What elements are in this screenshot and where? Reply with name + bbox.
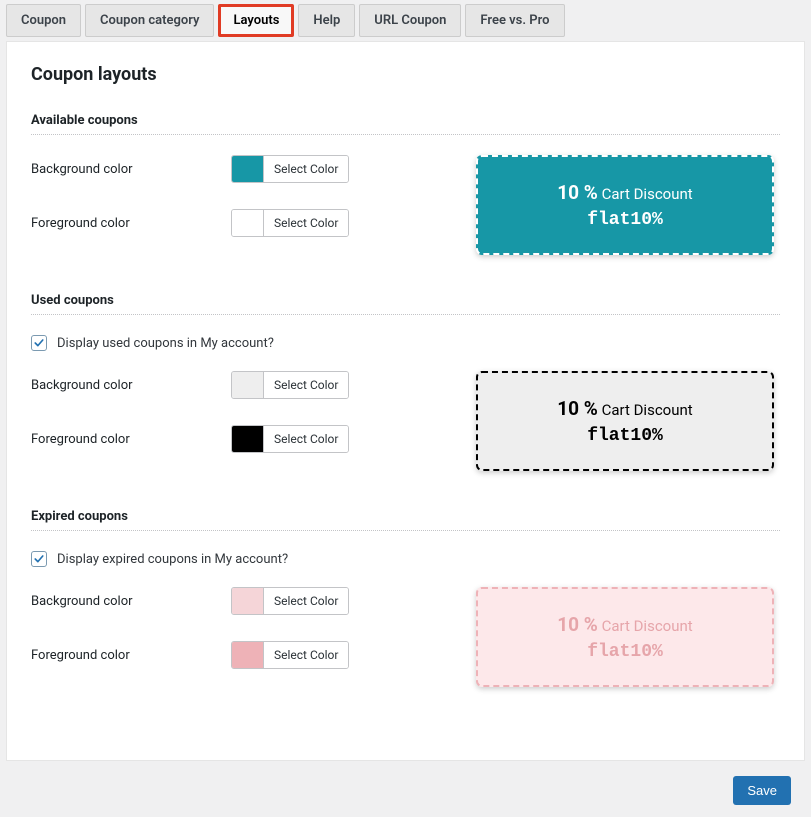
coupon-label: Cart Discount bbox=[602, 401, 693, 419]
used-bg-color-picker[interactable]: Select Color bbox=[231, 371, 349, 399]
expired-bg-label: Background color bbox=[31, 594, 231, 609]
tab-coupon-category[interactable]: Coupon category bbox=[85, 4, 214, 37]
available-bg-color-picker[interactable]: Select Color bbox=[231, 155, 349, 183]
used-display-checkbox[interactable] bbox=[31, 335, 47, 351]
settings-panel: Coupon layouts Available coupons Backgro… bbox=[6, 41, 805, 761]
used-fg-label: Foreground color bbox=[31, 432, 231, 447]
expired-bg-color-picker[interactable]: Select Color bbox=[231, 587, 349, 615]
section-title-used: Used coupons bbox=[31, 293, 780, 315]
used-bg-swatch bbox=[232, 372, 264, 398]
used-fg-swatch bbox=[232, 426, 264, 452]
available-bg-label: Background color bbox=[31, 162, 231, 177]
tab-url-coupon[interactable]: URL Coupon bbox=[359, 4, 461, 37]
coupon-percent: 10 % bbox=[557, 181, 598, 204]
tab-free-vs-pro[interactable]: Free vs. Pro bbox=[465, 4, 564, 37]
used-fg-color-picker[interactable]: Select Color bbox=[231, 425, 349, 453]
select-color-button[interactable]: Select Color bbox=[264, 588, 348, 614]
check-icon bbox=[33, 337, 45, 349]
save-button[interactable]: Save bbox=[733, 776, 791, 805]
available-fg-swatch bbox=[232, 210, 264, 236]
expired-coupon-preview: 10 % Cart Discount flat10% bbox=[476, 587, 774, 687]
coupon-code: flat10% bbox=[587, 426, 663, 446]
used-display-label: Display used coupons in My account? bbox=[57, 336, 274, 351]
available-fg-label: Foreground color bbox=[31, 216, 231, 231]
select-color-button[interactable]: Select Color bbox=[264, 372, 348, 398]
expired-display-checkbox[interactable] bbox=[31, 551, 47, 567]
used-coupon-preview: 10 % Cart Discount flat10% bbox=[476, 371, 774, 471]
expired-fg-swatch bbox=[232, 642, 264, 668]
panel-title: Coupon layouts bbox=[31, 64, 780, 85]
section-title-available: Available coupons bbox=[31, 113, 780, 135]
select-color-button[interactable]: Select Color bbox=[264, 642, 348, 668]
available-bg-swatch bbox=[232, 156, 264, 182]
expired-display-label: Display expired coupons in My account? bbox=[57, 552, 288, 567]
expired-bg-swatch bbox=[232, 588, 264, 614]
check-icon bbox=[33, 553, 45, 565]
settings-tabs: Coupon Coupon category Layouts Help URL … bbox=[0, 0, 811, 41]
save-bar: Save bbox=[0, 764, 811, 817]
tab-layouts[interactable]: Layouts bbox=[218, 4, 294, 37]
select-color-button[interactable]: Select Color bbox=[264, 156, 348, 182]
available-fg-color-picker[interactable]: Select Color bbox=[231, 209, 349, 237]
coupon-label: Cart Discount bbox=[602, 185, 693, 203]
coupon-percent: 10 % bbox=[557, 613, 598, 636]
coupon-label: Cart Discount bbox=[602, 617, 693, 635]
coupon-code: flat10% bbox=[587, 210, 663, 230]
coupon-percent: 10 % bbox=[557, 397, 598, 420]
tab-coupon[interactable]: Coupon bbox=[6, 4, 81, 37]
used-bg-label: Background color bbox=[31, 378, 231, 393]
expired-fg-label: Foreground color bbox=[31, 648, 231, 663]
expired-fg-color-picker[interactable]: Select Color bbox=[231, 641, 349, 669]
tab-help[interactable]: Help bbox=[298, 4, 355, 37]
select-color-button[interactable]: Select Color bbox=[264, 426, 348, 452]
select-color-button[interactable]: Select Color bbox=[264, 210, 348, 236]
section-title-expired: Expired coupons bbox=[31, 509, 780, 531]
available-coupon-preview: 10 % Cart Discount flat10% bbox=[476, 155, 774, 255]
coupon-code: flat10% bbox=[587, 642, 663, 662]
